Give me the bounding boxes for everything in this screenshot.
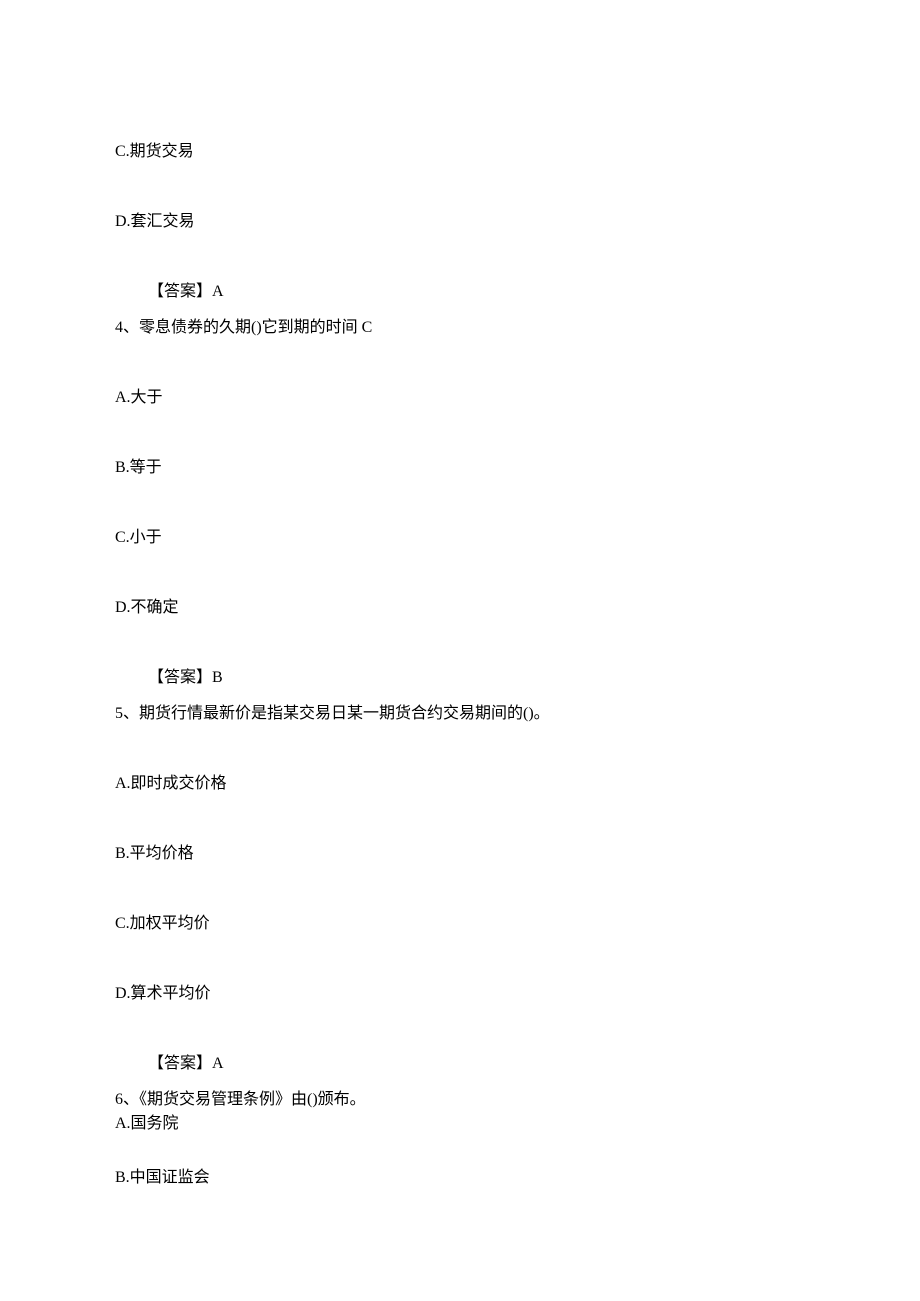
q5-option-c: C.加权平均价 xyxy=(115,912,805,936)
q3-option-d: D.套汇交易 xyxy=(115,210,805,234)
q4-option-a: A.大于 xyxy=(115,386,805,410)
q6-option-a: A.国务院 xyxy=(115,1112,805,1136)
q4-option-d: D.不确定 xyxy=(115,596,805,620)
q4-stem: 4、零息债券的久期()它到期的时间 C xyxy=(115,316,805,340)
q5-option-d: D.算术平均价 xyxy=(115,982,805,1006)
q5-answer: 【答案】A xyxy=(148,1052,805,1076)
q5-stem: 5、期货行情最新价是指某交易日某一期货合约交易期间的()。 xyxy=(115,702,805,726)
q3-answer: 【答案】A xyxy=(148,280,805,304)
q3-option-c: C.期货交易 xyxy=(115,140,805,164)
q4-answer: 【答案】B xyxy=(148,666,805,690)
q5-option-a: A.即时成交价格 xyxy=(115,772,805,796)
q4-option-b: B.等于 xyxy=(115,456,805,480)
q5-option-b: B.平均价格 xyxy=(115,842,805,866)
document-page: C.期货交易 D.套汇交易 【答案】A 4、零息债券的久期()它到期的时间 C … xyxy=(0,0,920,1190)
q6-option-b: B.中国证监会 xyxy=(115,1166,805,1190)
q4-option-c: C.小于 xyxy=(115,526,805,550)
q6-stem: 6、《期货交易管理条例》由()颁布。 xyxy=(115,1088,805,1112)
